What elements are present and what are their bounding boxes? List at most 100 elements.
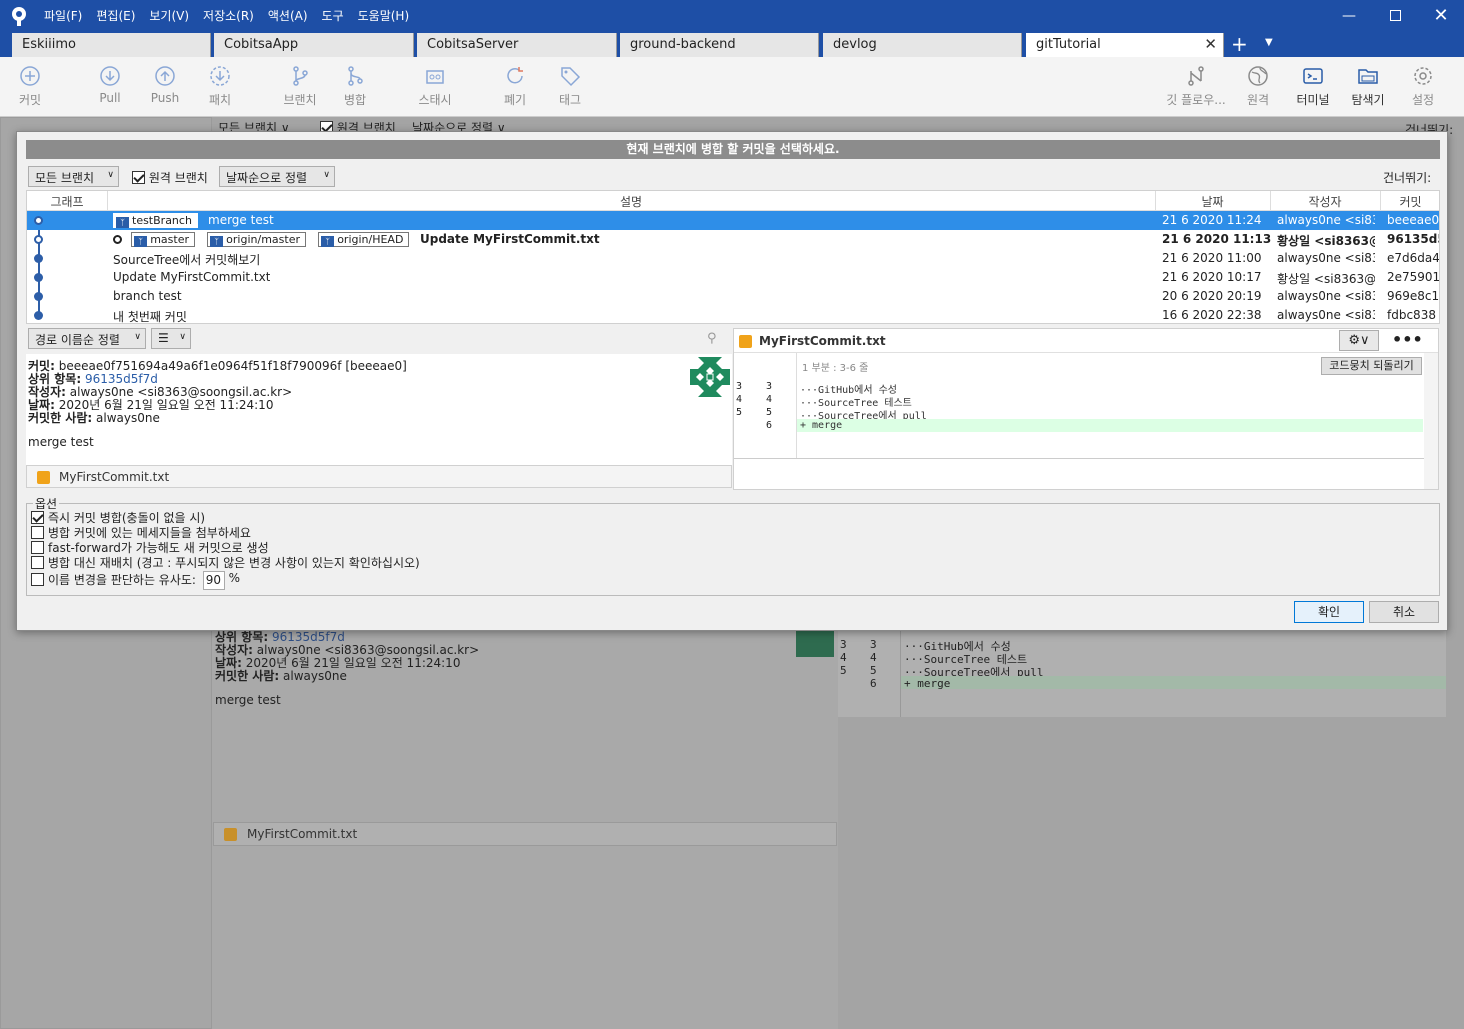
column-commit[interactable]: 커밋	[1380, 193, 1439, 210]
tag-button[interactable]: 태그	[540, 65, 600, 108]
menu-actions[interactable]: 액션(A)	[268, 7, 308, 24]
remote-branch-toggle[interactable]: 원격 브랜치	[132, 169, 208, 186]
tab-list-button[interactable]: ▼	[1265, 37, 1273, 48]
file-list-item[interactable]: MyFirstCommit.txt	[26, 465, 732, 488]
tab-cobitsaapp[interactable]: CobitsaApp	[214, 33, 414, 57]
commit-row[interactable]: SourceTree에서 커밋해보기 21 6 2020 11:00 alway…	[27, 249, 1439, 268]
revert-hunk-button[interactable]: 코드뭉치 되돌리기	[1321, 357, 1422, 375]
bg-diff-new-6: 6	[870, 677, 877, 690]
plus-icon: +	[1231, 32, 1248, 56]
column-description[interactable]: 설명	[107, 193, 1155, 210]
tab-eskiiimo[interactable]: Eskiiimo	[12, 33, 211, 57]
option-checkbox[interactable]	[31, 573, 44, 586]
bg-diff-new-4: 4	[870, 651, 877, 664]
commit-row[interactable]: branch test 20 6 2020 20:19 always0ne <s…	[27, 287, 1439, 306]
discard-icon	[507, 67, 523, 84]
globe-icon	[1248, 66, 1268, 86]
tab-label: CobitsaServer	[427, 37, 519, 52]
tab-ground-backend[interactable]: ground-backend	[620, 33, 819, 57]
menu-view[interactable]: 보기(V)	[149, 7, 189, 24]
branch-icon: ᛉ	[321, 236, 335, 247]
graph-node	[34, 273, 43, 282]
row-date: 16 6 2020 22:38	[1162, 308, 1262, 322]
option-checkbox[interactable]	[31, 526, 44, 539]
commit-history-table: 그래프 설명 날짜 작성자 커밋 ᛉ testBranch merge test …	[26, 190, 1440, 324]
bg-committer-label: 커밋한 사람:	[215, 669, 280, 683]
push-button[interactable]: Push	[135, 65, 195, 105]
option-checkbox[interactable]	[31, 541, 44, 554]
option-checkbox[interactable]	[31, 511, 44, 524]
pull-label: Pull	[99, 91, 121, 105]
tab-gittutorial[interactable]: gitTutorial ✕	[1026, 33, 1224, 57]
remote-button[interactable]: 원격	[1228, 65, 1288, 108]
option-checkbox[interactable]	[31, 556, 44, 569]
option-label: 즉시 커밋 병합(충돌이 없을 시)	[48, 511, 206, 525]
close-tab-icon[interactable]: ✕	[1204, 35, 1217, 53]
close-window-button[interactable]: ✕	[1418, 0, 1464, 31]
ok-button[interactable]: 확인	[1294, 601, 1364, 623]
row-description: Update MyFirstCommit.txt	[420, 232, 600, 246]
row-author: always0ne <si8363	[1277, 213, 1375, 227]
menu-tools[interactable]: 도구	[322, 7, 344, 24]
maximize-button[interactable]	[1372, 0, 1418, 31]
gitflow-button[interactable]: 깃 플로우...	[1160, 65, 1232, 108]
discard-button[interactable]: 폐기	[485, 65, 545, 108]
row-author: always0ne <si8363	[1277, 251, 1375, 265]
terminal-button[interactable]: 터미널	[1283, 65, 1343, 108]
option-label: 병합 커밋에 있는 메세지들을 첨부하세요	[48, 526, 251, 540]
remote-branch-checkbox[interactable]	[132, 171, 145, 184]
bg-diff-old-3: 3	[840, 638, 847, 651]
row-tags: ᛉ master ᛉ origin/master ᛉ origin/HEAD	[113, 232, 417, 247]
new-tab-button[interactable]: +	[1231, 33, 1248, 55]
merge-button[interactable]: 병합	[325, 65, 385, 108]
cancel-button[interactable]: 취소	[1369, 601, 1439, 623]
more-options-icon[interactable]: •••	[1392, 330, 1423, 349]
menu-edit[interactable]: 편집(E)	[96, 7, 135, 24]
tab-cobitsaserver[interactable]: CobitsaServer	[417, 33, 617, 57]
tab-devlog[interactable]: devlog	[823, 33, 1022, 57]
committer-line: 커밋한 사람: always0ne	[28, 409, 160, 426]
commit-row[interactable]: ᛉ master ᛉ origin/master ᛉ origin/HEAD Upda…	[27, 230, 1440, 249]
column-graph[interactable]: 그래프	[27, 193, 107, 210]
explorer-button[interactable]: 탐색기	[1338, 65, 1398, 108]
bg-committer-line: 커밋한 사람: always0ne	[215, 667, 347, 684]
path-sort-dropdown[interactable]: 경로 이름순 정렬 ∨	[28, 328, 146, 349]
graph-node	[34, 235, 43, 244]
patch-button[interactable]: 패치	[190, 65, 250, 108]
stash-button[interactable]: 스태시	[405, 65, 465, 108]
diff-line-added: + merge	[800, 420, 843, 431]
commit-button[interactable]: 커밋	[0, 65, 60, 108]
merge-icon	[348, 66, 363, 86]
option-rebase[interactable]: 병합 대신 재배치 (경고 : 푸시되지 않은 변경 사항이 있는지 확인하십시…	[31, 554, 420, 571]
minimize-icon: —	[1342, 7, 1356, 24]
committer-label: 커밋한 사람:	[28, 411, 93, 425]
pull-button[interactable]: Pull	[80, 65, 140, 105]
branch-icon: ᛉ	[210, 236, 224, 247]
menu-help[interactable]: 도움말(H)	[358, 7, 410, 24]
search-icon[interactable]: ⚲	[707, 331, 717, 346]
column-author[interactable]: 작성자	[1270, 193, 1380, 210]
minimize-button[interactable]: —	[1326, 0, 1372, 31]
branch-button[interactable]: 브랜치	[270, 65, 330, 108]
history-header: 그래프 설명 날짜 작성자 커밋	[27, 191, 1439, 211]
commit-row[interactable]: Update MyFirstCommit.txt 21 6 2020 10:17…	[27, 268, 1439, 287]
sort-value: 날짜순으로 정렬	[226, 171, 308, 185]
similarity-input[interactable]: 90	[202, 571, 225, 590]
branch-tag-label: origin/HEAD	[337, 233, 404, 246]
menu-file[interactable]: 파일(F)	[44, 7, 82, 24]
diff-options-button[interactable]: ⚙∨	[1339, 330, 1379, 351]
option-rename-similarity[interactable]: 이름 변경을 판단하는 유사도: 90 %	[31, 571, 240, 590]
settings-button[interactable]: 설정	[1393, 65, 1453, 108]
row-description: merge test	[208, 213, 274, 227]
graph-node	[34, 254, 43, 263]
menu-repository[interactable]: 저장소(R)	[203, 7, 254, 24]
commit-row[interactable]: 내 첫번째 커밋 16 6 2020 22:38 always0ne <si83…	[27, 306, 1439, 323]
commit-row[interactable]: ᛉ testBranch merge test 21 6 2020 11:24 a…	[27, 211, 1439, 230]
column-date[interactable]: 날짜	[1155, 193, 1270, 210]
row-commit: 96135d5	[1387, 232, 1440, 246]
branch-tag: ᛉ origin/HEAD	[318, 232, 410, 247]
diff-scrollbar[interactable]	[1424, 353, 1438, 489]
list-view-dropdown[interactable]: ☰ ∨	[151, 328, 191, 349]
branch-filter-dropdown[interactable]: 모든 브랜치 ∨	[28, 166, 119, 187]
sort-dropdown[interactable]: 날짜순으로 정렬 ∨	[219, 166, 335, 187]
